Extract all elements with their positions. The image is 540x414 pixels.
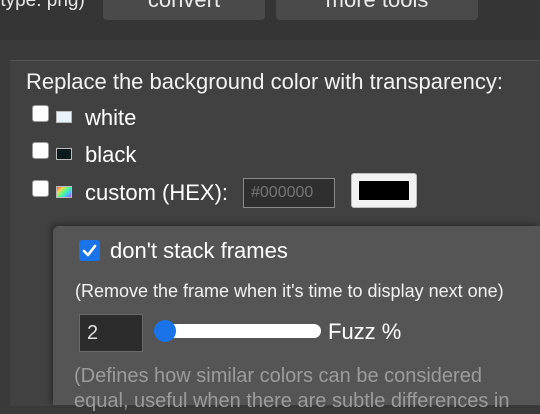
- fuzz-slider-track[interactable]: [157, 324, 321, 338]
- fuzz-description: (Defines how similar colors can be consi…: [74, 365, 510, 412]
- dont-stack-frames-checkbox[interactable]: [79, 240, 100, 261]
- dont-stack-frames-label: don't stack frames: [110, 238, 288, 263]
- white-checkbox[interactable]: [32, 105, 49, 122]
- convert-button[interactable]: convert: [103, 0, 265, 20]
- color-picker-button[interactable]: [351, 173, 417, 208]
- white-option-label: white: [85, 105, 137, 130]
- more-tools-button[interactable]: more tools: [276, 0, 478, 20]
- fuzz-label: Fuzz %: [328, 319, 402, 344]
- black-checkbox[interactable]: [32, 142, 49, 159]
- remove-frame-note: (Remove the frame when it's time to disp…: [75, 281, 504, 301]
- black-option-label: black: [85, 142, 137, 167]
- fuzz-slider-thumb[interactable]: [154, 320, 176, 342]
- custom-option-label: custom (HEX):: [85, 180, 229, 205]
- file-type-label: (type: png): [0, 0, 85, 11]
- color-picker-fill: [359, 181, 409, 200]
- hex-color-input[interactable]: [243, 178, 335, 208]
- fuzz-value-input[interactable]: 2: [79, 314, 143, 352]
- custom-checkbox[interactable]: [32, 180, 49, 197]
- white-swatch-icon: [56, 111, 72, 123]
- rainbow-swatch-icon: [56, 186, 72, 198]
- black-swatch-icon: [56, 148, 72, 160]
- top-toolbar: (type: png) convert more tools: [0, 0, 540, 40]
- checkmark-icon: [82, 244, 97, 257]
- transparency-heading: Replace the background color with transp…: [26, 69, 503, 94]
